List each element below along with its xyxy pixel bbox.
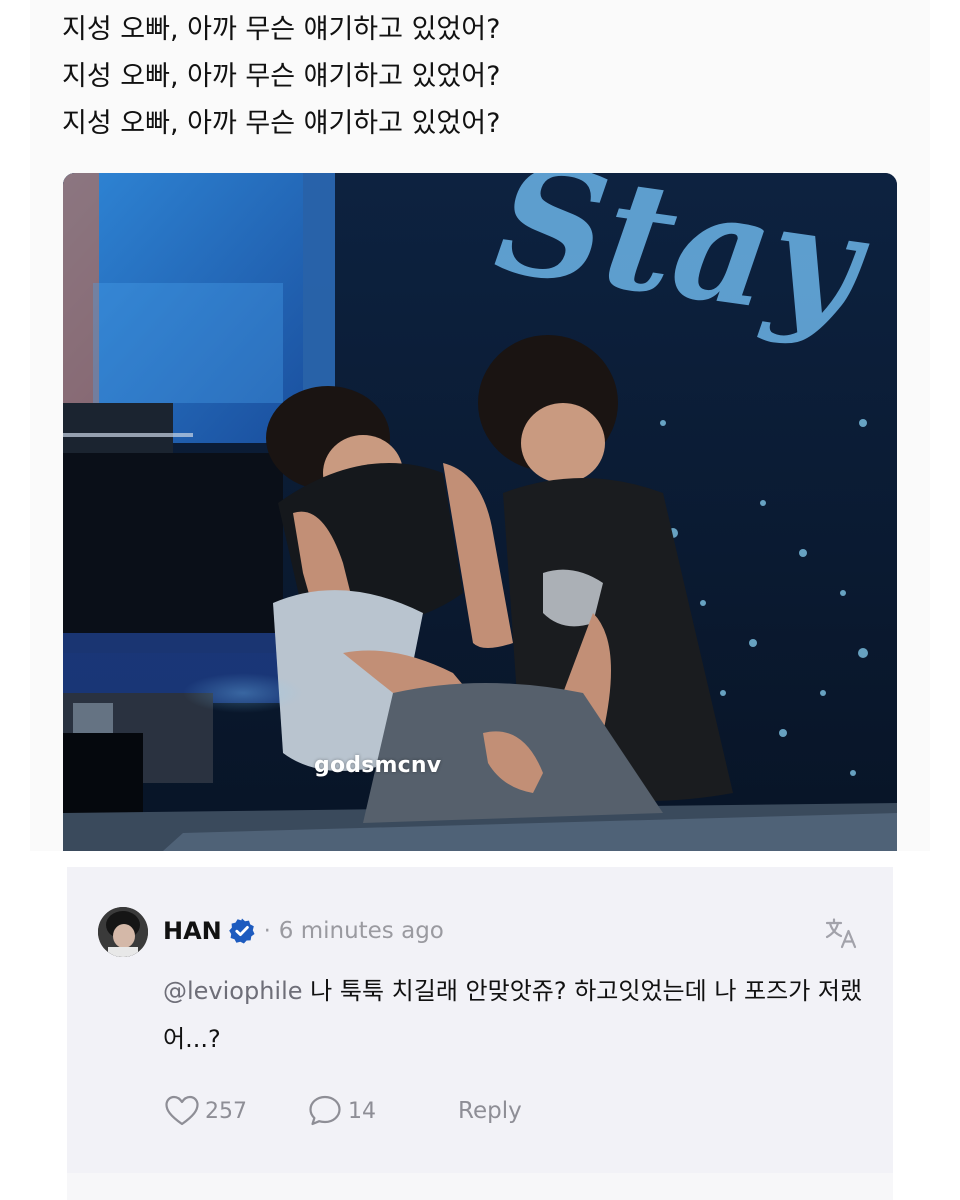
avatar[interactable] [98, 907, 148, 957]
reply-button[interactable]: Reply [458, 1098, 522, 1124]
post-image[interactable]: Stay godsmcnv [63, 173, 897, 851]
avatar-image [98, 907, 148, 957]
reply-actions: 257 14 Reply [163, 1093, 522, 1129]
translate-icon[interactable] [824, 916, 858, 950]
timestamp: 6 minutes ago [278, 918, 444, 944]
reply-text: @leviophile 나 툭툭 치길래 안맞앗쥬? 하고잇었는데 나 포즈가 … [163, 967, 875, 1063]
heart-icon [165, 1095, 199, 1126]
reply-header: HAN · 6 minutes ago [163, 913, 444, 949]
username[interactable]: HAN [163, 917, 222, 945]
comment-bubble-icon [309, 1095, 341, 1126]
mention-link[interactable]: @leviophile [163, 977, 303, 1005]
verified-badge-icon [228, 918, 255, 944]
watermark: godsmcnv [314, 753, 442, 778]
concert-photo: Stay [63, 173, 897, 851]
comment-count: 14 [348, 1098, 376, 1124]
like-count: 257 [205, 1098, 247, 1124]
reply-card: HAN · 6 minutes ago @leviophile 나 툭툭 치길래… [67, 867, 893, 1173]
separator: · [263, 918, 271, 944]
comment-button[interactable]: 14 [306, 1093, 458, 1129]
post-line: 지성 오빠, 아까 무슨 얘기하고 있었어? [62, 108, 501, 139]
post-line: 지성 오빠, 아까 무슨 얘기하고 있었어? [62, 61, 501, 92]
post-text: 지성 오빠, 아까 무슨 얘기하고 있었어? 지성 오빠, 아까 무슨 얘기하고… [62, 6, 862, 147]
like-button[interactable]: 257 [163, 1093, 306, 1129]
divider [0, 851, 960, 867]
post-line: 지성 오빠, 아까 무슨 얘기하고 있었어? [62, 14, 501, 45]
card-footer [67, 1173, 893, 1200]
